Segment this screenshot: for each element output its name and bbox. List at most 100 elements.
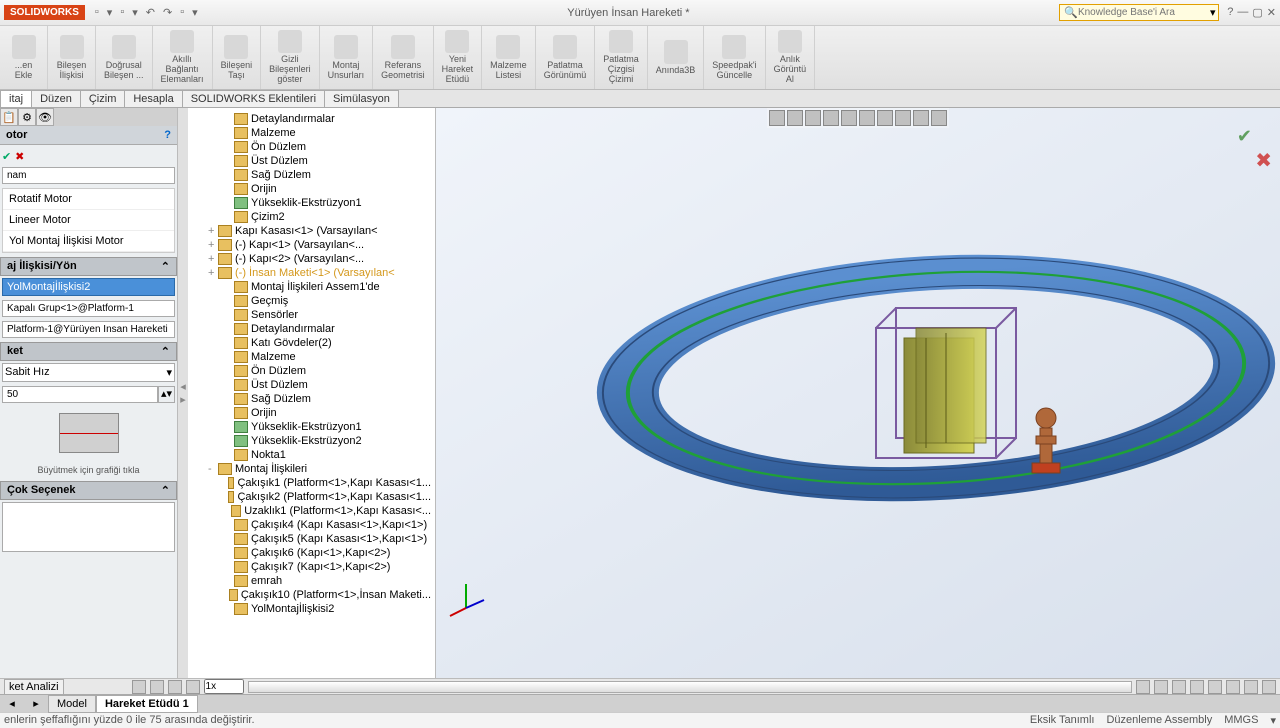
motion-graph[interactable] <box>59 413 119 453</box>
ribbon-button[interactable]: AnlıkGörüntüAl <box>766 26 816 89</box>
tree-item[interactable]: Ön Düzlem <box>188 364 435 378</box>
tab-çizim[interactable]: Çizim <box>80 90 126 107</box>
tree-item[interactable]: Çakışık1 (Platform<1>,Kapı Kasası<1... <box>188 476 435 490</box>
section-motion[interactable]: ket⌃ <box>0 342 177 361</box>
edit-appearance-icon[interactable] <box>895 110 911 126</box>
tree-item[interactable]: Malzeme <box>188 126 435 140</box>
analysis-type-label[interactable]: ket Analizi <box>4 679 64 695</box>
section-view-icon[interactable] <box>823 110 839 126</box>
tree-item[interactable]: Nokta1 <box>188 448 435 462</box>
play-start-icon[interactable] <box>132 680 146 694</box>
accept-icon[interactable]: ✔ <box>2 151 11 163</box>
qat-redo-icon[interactable]: ↷ <box>163 6 172 19</box>
qat-rebuild-icon[interactable]: ▫ <box>180 6 184 19</box>
play-back-icon[interactable] <box>150 680 164 694</box>
tree-item[interactable]: Detaylandırmalar <box>188 112 435 126</box>
tree-item[interactable]: +(-) Kapı<1> (Varsayılan<... <box>188 238 435 252</box>
motor-type-option[interactable]: Yol Montaj İlişkisi Motor <box>3 231 174 252</box>
tree-item[interactable]: Çakışık7 (Kapı<1>,Kapı<2>) <box>188 560 435 574</box>
tree-item[interactable]: +Kapı Kasası<1> (Varsayılan< <box>188 224 435 238</box>
tab-feature-icon[interactable]: 📋 <box>0 108 18 126</box>
qat-new-icon[interactable]: ▫ <box>95 6 99 19</box>
search-dropdown-icon[interactable]: ▾ <box>1210 6 1216 19</box>
display-style-icon[interactable] <box>859 110 875 126</box>
tree-item[interactable]: Çakışık2 (Platform<1>,Kapı Kasası<1... <box>188 490 435 504</box>
section-more-options[interactable]: Çok Seçenek⌃ <box>0 481 177 500</box>
tree-item[interactable]: Uzaklık1 (Platform<1>,Kapı Kasası<... <box>188 504 435 518</box>
tab-scroll-right-icon[interactable]: ▸ <box>24 697 48 710</box>
component1-input[interactable] <box>2 300 175 317</box>
tree-item[interactable]: Sağ Düzlem <box>188 168 435 182</box>
spring-icon[interactable] <box>1190 680 1204 694</box>
motor-type-option[interactable]: Lineer Motor <box>3 210 174 231</box>
tree-item[interactable]: Ön Düzlem <box>188 140 435 154</box>
maximize-icon[interactable]: ▢ <box>1252 6 1262 19</box>
tree-item[interactable]: Çakışık6 (Kapı<1>,Kapı<2>) <box>188 546 435 560</box>
results-icon[interactable] <box>1262 680 1276 694</box>
ribbon-button[interactable]: Speedpak'iGüncelle <box>704 26 765 89</box>
tab-hesapla[interactable]: Hesapla <box>124 90 182 107</box>
ribbon-button[interactable]: MalzemeListesi <box>482 26 536 89</box>
tree-item[interactable]: Çakışık10 (Platform<1>,İnsan Maketi... <box>188 588 435 602</box>
tree-item[interactable]: Orijin <box>188 182 435 196</box>
key-icon[interactable] <box>1136 680 1150 694</box>
play-icon[interactable] <box>168 680 182 694</box>
reject-icon[interactable]: ✖ <box>15 151 24 163</box>
tree-item[interactable]: Üst Düzlem <box>188 154 435 168</box>
apply-scene-icon[interactable] <box>913 110 929 126</box>
section-mate-direction[interactable]: aj İlişkisi/Yön⌃ <box>0 257 177 276</box>
ribbon-button[interactable]: GizliBileşenlerigöster <box>261 26 320 89</box>
qat-open-icon[interactable]: ▾ <box>107 6 113 19</box>
tree-item[interactable]: Malzeme <box>188 350 435 364</box>
graphics-viewport[interactable]: ✔ ✖ <box>436 108 1280 678</box>
tree-item[interactable]: Montaj İlişkileri Assem1'de <box>188 280 435 294</box>
minimize-icon[interactable]: — <box>1237 6 1248 19</box>
tree-item[interactable]: Detaylandırmalar <box>188 322 435 336</box>
tree-item[interactable]: Yükseklik-Ekstrüzyon1 <box>188 196 435 210</box>
ribbon-button[interactable]: ...enEkle <box>0 26 48 89</box>
tab-düzen[interactable]: Düzen <box>31 90 81 107</box>
status-units[interactable]: MMGS <box>1224 714 1258 727</box>
splitter[interactable]: ◂▸ <box>178 108 188 678</box>
zoom-area-icon[interactable] <box>787 110 803 126</box>
tab-solidworks eklentileri[interactable]: SOLIDWORKS Eklentileri <box>182 90 325 107</box>
ribbon-button[interactable]: Anında3B <box>648 26 705 89</box>
tab-config-icon[interactable]: ⚙ <box>18 108 36 126</box>
play-stop-icon[interactable] <box>186 680 200 694</box>
timeline-track[interactable] <box>248 681 1132 693</box>
tree-item[interactable]: emrah <box>188 574 435 588</box>
tree-item[interactable]: YolMontajİlişkisi2 <box>188 602 435 616</box>
ribbon-button[interactable]: AkıllıBağlantıElemanları <box>153 26 213 89</box>
tree-item[interactable]: Çizim2 <box>188 210 435 224</box>
zoom-fit-icon[interactable] <box>769 110 785 126</box>
tree-item[interactable]: Çakışık4 (Kapı Kasası<1>,Kapı<1>) <box>188 518 435 532</box>
tree-item[interactable]: +(-) İnsan Maketi<1> (Varsayılan< <box>188 266 435 280</box>
motor-type-option[interactable]: Rotatif Motor <box>3 189 174 210</box>
speed-type-dropdown[interactable]: Sabit Hız▾ <box>2 363 175 382</box>
ribbon-button[interactable]: PatlatmaGörünümü <box>536 26 596 89</box>
tab-model[interactable]: Model <box>48 695 96 713</box>
qat-undo-icon[interactable]: ↶ <box>146 6 155 19</box>
search-input[interactable] <box>1078 7 1210 18</box>
tab-simülasyon[interactable]: Simülasyon <box>324 90 399 107</box>
tab-scroll-left-icon[interactable]: ◂ <box>0 697 24 710</box>
tree-item[interactable]: Üst Düzlem <box>188 378 435 392</box>
qat-print-icon[interactable]: ▾ <box>132 6 138 19</box>
tree-item[interactable]: +(-) Kapı<2> (Varsayılan<... <box>188 252 435 266</box>
force-icon[interactable] <box>1208 680 1222 694</box>
tree-item[interactable]: Geçmiş <box>188 294 435 308</box>
prev-view-icon[interactable] <box>805 110 821 126</box>
tab-motion-study[interactable]: Hareket Etüdü 1 <box>96 695 198 713</box>
qat-save-icon[interactable]: ▫ <box>120 6 124 19</box>
gravity-icon[interactable] <box>1244 680 1258 694</box>
help-icon[interactable]: ? <box>1227 6 1233 19</box>
calc-icon[interactable] <box>1154 680 1168 694</box>
status-extra-icon[interactable]: ▾ <box>1270 714 1276 727</box>
spinner-icon[interactable]: ▴▾ <box>158 386 175 403</box>
tree-item[interactable]: -Montaj İlişkileri <box>188 462 435 476</box>
time-input[interactable] <box>204 679 244 694</box>
tree-item[interactable]: Yükseklik-Ekstrüzyon1 <box>188 420 435 434</box>
ribbon-button[interactable]: DoğrusalBileşen ... <box>96 26 153 89</box>
tree-item[interactable]: Orijin <box>188 406 435 420</box>
ribbon-button[interactable]: BileşeniTaşı <box>213 26 262 89</box>
